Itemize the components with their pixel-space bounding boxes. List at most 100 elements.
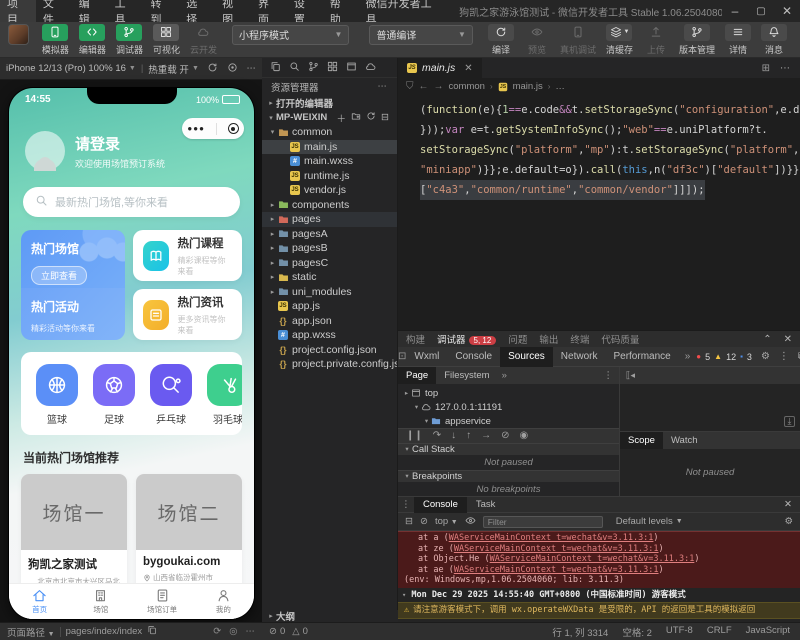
kebab-menu-icon[interactable]: ⋮ <box>779 351 789 362</box>
sources-tree-appservice[interactable]: ▾appservice <box>398 414 619 428</box>
console-tab-console[interactable]: Console <box>414 497 467 513</box>
dock-console-icon[interactable]: ⤓ <box>784 416 795 427</box>
indent-indicator[interactable]: 空格: 2 <box>622 625 652 639</box>
toolbar-button-消息[interactable]: 消息 <box>761 24 787 56</box>
minimize-button[interactable]: – <box>722 4 748 18</box>
back-icon[interactable]: ← <box>419 81 429 92</box>
tree-item-static[interactable]: ▸static <box>262 270 397 285</box>
language-indicator[interactable]: JavaScript <box>746 625 790 639</box>
toolbar-button-编辑器[interactable]: 编辑器 <box>79 24 106 56</box>
sport-category-篮球[interactable]: 篮球 <box>35 364 79 426</box>
filter-input[interactable] <box>483 516 603 528</box>
hot-reload-toggle[interactable]: 热重载 开 <box>148 62 189 76</box>
encoding-indicator[interactable]: UTF-8 <box>666 625 693 639</box>
copy-strip-icon[interactable] <box>270 61 281 75</box>
toolbar-button-可视化[interactable]: 可视化 <box>153 24 180 56</box>
cloud-strip-icon[interactable] <box>365 61 376 75</box>
devtools-tab-sources[interactable]: Sources <box>500 347 553 367</box>
step-out-icon[interactable]: ↑ <box>466 430 471 441</box>
page-path-select[interactable]: 页面路径 ▼ <box>7 625 55 639</box>
inspect-icon[interactable]: ⊡ <box>398 351 406 362</box>
stack-link[interactable]: WAServiceMainContext_t=wechat&v=3.11.3:1 <box>454 544 659 554</box>
step-over-icon[interactable]: ↷ <box>433 430 441 441</box>
more-tabs-icon[interactable]: » <box>498 370 507 381</box>
close-tab-icon[interactable]: ✕ <box>464 63 472 74</box>
close-console-icon[interactable]: ✕ <box>784 499 800 510</box>
tab-场馆订单[interactable]: 场馆订单 <box>132 584 193 619</box>
more-icon[interactable]: ●●● <box>187 124 205 133</box>
promo-card-1[interactable]: 热门资讯更多资讯等你来看 <box>133 289 242 340</box>
pause-icon[interactable]: ❙❙ <box>406 430 423 441</box>
promo-card-0[interactable]: 热门课程精彩课程等你来看 <box>133 230 242 281</box>
tree-item-pagesB[interactable]: ▸pagesB <box>262 241 397 256</box>
problems-indicator[interactable]: ⊘0 △0 <box>262 626 308 637</box>
split-editor-icon[interactable]: ⊞ <box>762 63 770 74</box>
stack-link[interactable]: WAServiceMainContext_t=wechat&v=3.11.3:1 <box>449 533 654 543</box>
mode-select[interactable]: 小程序模式▼ <box>232 25 349 45</box>
copy-icon[interactable] <box>147 625 157 638</box>
refresh-icon[interactable] <box>207 62 218 76</box>
close-button[interactable]: ✕ <box>774 4 800 18</box>
tree-item-runtime.js[interactable]: JSruntime.js <box>262 169 397 184</box>
more-icon[interactable]: ⋯ <box>247 63 257 74</box>
compile-mode-select[interactable]: 普通编译▼ <box>369 25 473 45</box>
error-count[interactable]: 5 <box>705 352 710 362</box>
sources-tree-127.0.0.1:11191[interactable]: ▾127.0.0.1:11191 <box>398 400 619 414</box>
gear-icon[interactable]: ⚙ <box>761 351 770 362</box>
project-section[interactable]: ▾ MP-WEIXIN ＋ ⊟ <box>262 110 397 125</box>
device-select[interactable]: iPhone 12/13 (Pro) 100% 16 <box>6 63 126 74</box>
sources-nav-tab-page[interactable]: Page <box>398 367 436 384</box>
toolbar-button-上传[interactable]: 上传 <box>643 24 669 56</box>
tree-item-app.wxss[interactable]: #app.wxss <box>262 328 397 343</box>
more-icon[interactable]: ⋯ <box>378 81 389 92</box>
devtools-tab-wxml[interactable]: Wxml <box>406 347 447 367</box>
eye-icon[interactable] <box>465 515 476 529</box>
new-folder-icon[interactable] <box>351 111 361 124</box>
more-tabs-icon[interactable]: » <box>679 351 697 362</box>
tree-item-app.js[interactable]: JSapp.js <box>262 299 397 314</box>
tree-item-project.private.config.js…[interactable]: {}project.private.config.js… <box>262 357 397 372</box>
tree-item-components[interactable]: ▸components <box>262 198 397 213</box>
kebab-menu-icon[interactable]: ⋮ <box>398 499 414 510</box>
bookmark-icon[interactable]: ⛉ <box>406 81 414 92</box>
clear-console-icon[interactable]: ⊘ <box>420 516 428 527</box>
promo-venues-card[interactable]: 热门场馆 立即查看 <box>21 230 125 288</box>
deactivate-breakpoints-icon[interactable]: ⊘ <box>501 430 509 441</box>
promo-events-card[interactable]: 热门活动 精彩活动等你来看 <box>21 288 125 340</box>
tab-scope[interactable]: Scope <box>620 432 663 449</box>
rotate-device-icon[interactable]: ⟳ <box>213 626 221 637</box>
sport-category-乒乓球[interactable]: 乒乓球 <box>149 364 193 426</box>
line-col-indicator[interactable]: 行 1, 列 3314 <box>552 625 608 639</box>
toolbar-button-版本管理[interactable]: 版本管理 <box>679 24 715 56</box>
eol-indicator[interactable]: CRLF <box>707 625 732 639</box>
panel-tab-问题[interactable]: 问题 <box>508 332 527 346</box>
toolbar-button-编译[interactable]: 编译 <box>488 24 514 56</box>
devtools-tab-network[interactable]: Network <box>553 347 606 367</box>
tree-item-pagesC[interactable]: ▸pagesC <box>262 256 397 271</box>
maximize-button[interactable]: ▢ <box>748 6 774 17</box>
close-panel-icon[interactable]: ✕ <box>784 334 792 345</box>
tab-watch[interactable]: Watch <box>663 432 706 449</box>
panel-tab-代码质量[interactable]: 代码质量 <box>601 332 639 346</box>
step-into-icon[interactable]: ↓ <box>451 430 456 441</box>
panel-tab-输出[interactable]: 输出 <box>539 332 558 346</box>
sources-tree-top[interactable]: ▸top <box>398 386 619 400</box>
context-select[interactable]: top ▼ <box>435 516 458 527</box>
outline-section[interactable]: ▸ 大纲 <box>262 610 398 622</box>
hide-navigator-icon[interactable]: ⟦◂ <box>626 370 635 381</box>
new-file-icon[interactable]: ＋ <box>337 111 347 125</box>
breakpoints-header[interactable]: ▾Breakpoints <box>398 470 619 482</box>
tree-item-common[interactable]: ▾common <box>262 125 397 140</box>
toolbar-button-真机调试[interactable]: 真机调试 <box>560 24 596 56</box>
breadcrumb-folder[interactable]: common <box>449 81 485 92</box>
panel-tab-调试器[interactable]: 调试器5, 12 <box>437 332 496 346</box>
collapse-all-icon[interactable]: ⊟ <box>381 112 389 123</box>
refresh-icon[interactable] <box>366 111 376 124</box>
breadcrumb-symbol[interactable]: … <box>555 81 565 92</box>
branch-strip-icon[interactable] <box>308 61 319 75</box>
avatar[interactable] <box>25 131 65 171</box>
forward-icon[interactable]: → <box>434 81 444 92</box>
console-timestamp[interactable]: ▾ Mon Dec 29 2025 14:55:40 GMT+0800 (中国标… <box>398 588 800 602</box>
record-icon[interactable] <box>227 62 238 76</box>
frame-strip-icon[interactable] <box>346 61 357 75</box>
